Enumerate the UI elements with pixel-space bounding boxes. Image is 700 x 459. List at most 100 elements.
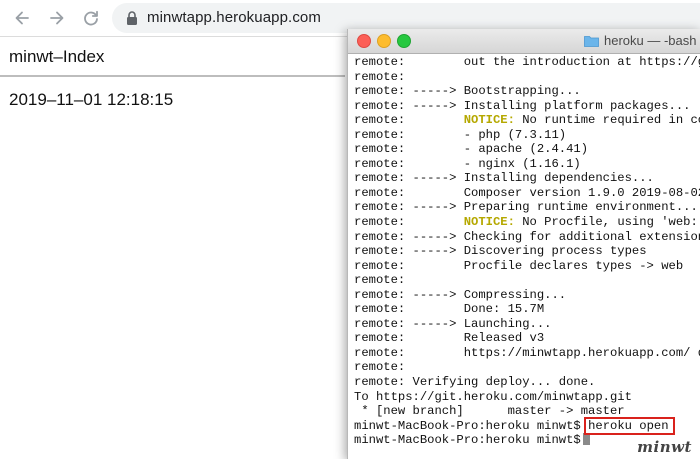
- notice-keyword: NOTICE:: [463, 215, 515, 230]
- line-text: No Procfile, using 'web:: [514, 215, 698, 230]
- notice-keyword: NOTICE:: [463, 113, 515, 128]
- terminal-line: To https://git.heroku.com/minwtapp.git: [354, 390, 700, 405]
- folder-icon: [584, 36, 599, 47]
- line-text: Verifying deploy... done.: [412, 375, 596, 390]
- terminal-line: remote: https://minwtapp.herokuapp.com/ …: [354, 346, 700, 361]
- arrow-right-icon: [50, 11, 64, 25]
- terminal-line: remote: Composer version 1.9.0 2019-08-0…: [354, 186, 700, 201]
- line-gap: ----->: [405, 287, 464, 302]
- line-prefix: remote:: [354, 331, 406, 346]
- line-prefix: remote:: [354, 156, 406, 171]
- terminal-line: remote:: [354, 70, 700, 85]
- terminal-output[interactable]: remote: out the introduction at https://…: [354, 55, 700, 455]
- watermark: minwt: [637, 438, 692, 456]
- text-cursor: [582, 433, 590, 446]
- line-prefix: remote:: [354, 55, 406, 69]
- line-gap: ----->: [405, 98, 464, 113]
- line-text: - php (7.3.11): [463, 127, 567, 142]
- line-prefix: remote:: [354, 273, 406, 288]
- forward-button[interactable]: [45, 6, 69, 30]
- page-datetime: 2019–11–01 12:18:15: [9, 90, 174, 109]
- line-prefix: remote:: [354, 287, 406, 302]
- lock-icon: [127, 11, 137, 25]
- terminal-line: remote: -----> Checking for additional e…: [354, 230, 700, 245]
- arrow-left-icon: [15, 11, 29, 25]
- reload-icon: [84, 10, 98, 26]
- terminal-line: remote: Released v3: [354, 331, 700, 346]
- terminal-title: heroku — -bash: [604, 33, 697, 48]
- line-prefix: remote:: [354, 113, 406, 128]
- line-text: Released v3: [463, 331, 545, 346]
- line-prefix: remote:: [354, 345, 406, 360]
- line-prefix: remote:: [354, 200, 406, 215]
- zoom-window-button[interactable]: [397, 34, 411, 48]
- line-prefix: remote:: [354, 127, 406, 142]
- terminal-line: remote: - apache (2.4.41): [354, 142, 700, 157]
- line-text: Compressing...: [463, 287, 567, 302]
- terminal-line: remote: Verifying deploy... done.: [354, 375, 700, 390]
- line-prefix: remote:: [354, 215, 406, 230]
- line-prefix: remote:: [354, 360, 406, 375]
- line-text: Discovering process types: [463, 244, 647, 259]
- shell-prompt: minwt-MacBook-Pro:heroku minwt$: [354, 418, 581, 433]
- line-prefix: remote:: [354, 84, 406, 99]
- page-title: minwt–Index: [9, 47, 105, 66]
- minimize-window-button[interactable]: [377, 34, 391, 48]
- line-text: out the introduction at https://g: [463, 55, 700, 69]
- line-prefix: remote:: [354, 302, 406, 317]
- line-text: Preparing runtime environment...: [463, 200, 698, 215]
- line-text: Launching...: [463, 316, 552, 331]
- line-prefix: remote:: [354, 229, 406, 244]
- line-text: To https://git.heroku.com/minwtapp.git: [354, 389, 632, 404]
- terminal-line: remote:: [354, 360, 700, 375]
- terminal-line: remote: Done: 15.7M: [354, 302, 700, 317]
- line-prefix: remote:: [354, 375, 406, 390]
- close-window-button[interactable]: [357, 34, 371, 48]
- line-gap: ----->: [405, 316, 464, 331]
- line-gap: ----->: [405, 84, 464, 99]
- line-prefix: remote:: [354, 171, 406, 186]
- line-prefix: remote:: [354, 185, 406, 200]
- terminal-line: remote: Procfile declares types -> web: [354, 259, 700, 274]
- line-text: https://minwtapp.herokuapp.com/ d: [463, 345, 700, 360]
- line-prefix: remote:: [354, 316, 406, 331]
- line-text: No runtime required in co: [514, 113, 700, 128]
- terminal-titlebar[interactable]: heroku — -bash: [348, 29, 700, 54]
- terminal-line: remote: -----> Launching...: [354, 317, 700, 332]
- command-highlight-box: [584, 416, 675, 435]
- line-prefix: remote:: [354, 258, 406, 273]
- line-text: Installing dependencies...: [463, 171, 654, 186]
- line-text: Done: 15.7M: [463, 302, 545, 317]
- reload-button[interactable]: [79, 6, 103, 30]
- line-text: Installing platform packages...: [463, 98, 691, 113]
- line-text: - nginx (1.16.1): [463, 156, 581, 171]
- terminal-window[interactable]: heroku — -bash remote: out the introduct…: [347, 29, 700, 459]
- terminal-line: remote: -----> Installing platform packa…: [354, 99, 700, 114]
- line-text: Bootstrapping...: [463, 84, 581, 99]
- terminal-line: remote: NOTICE: No Procfile, using 'web:: [354, 215, 700, 230]
- terminal-line: remote: -----> Compressing...: [354, 288, 700, 303]
- terminal-line: remote: - nginx (1.16.1): [354, 157, 700, 172]
- line-prefix: remote:: [354, 244, 406, 259]
- line-gap: ----->: [405, 244, 464, 259]
- terminal-line: remote: out the introduction at https://…: [354, 55, 700, 70]
- back-button[interactable]: [10, 6, 34, 30]
- line-text: Checking for additional extension: [463, 229, 700, 244]
- terminal-line: remote: -----> Discovering process types: [354, 244, 700, 259]
- line-prefix: remote:: [354, 69, 406, 84]
- line-prefix: remote:: [354, 98, 406, 113]
- terminal-line: remote: - php (7.3.11): [354, 128, 700, 143]
- line-gap: ----->: [405, 171, 464, 186]
- shell-prompt: minwt-MacBook-Pro:heroku minwt$: [354, 433, 581, 448]
- terminal-line: remote: -----> Bootstrapping...: [354, 84, 700, 99]
